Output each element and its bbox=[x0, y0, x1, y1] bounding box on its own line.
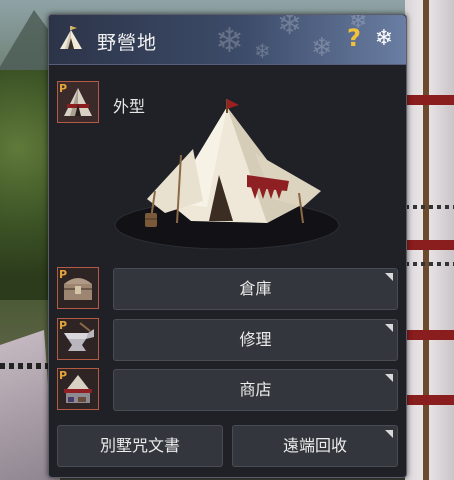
snowflake-decoration-icon: ❄ bbox=[311, 33, 333, 63]
repair-button[interactable]: 修理 bbox=[113, 319, 398, 361]
remote-recycle-button-label: 遠端回收 bbox=[282, 436, 347, 455]
tent-chain bbox=[405, 205, 454, 209]
premium-badge: P bbox=[59, 268, 68, 281]
premium-badge: P bbox=[59, 319, 68, 332]
shop-button[interactable]: 商店 bbox=[113, 369, 398, 411]
villa-scroll-button[interactable]: 別墅咒文書 bbox=[57, 425, 223, 467]
tent-stripe bbox=[405, 240, 454, 250]
expand-corner-icon bbox=[385, 374, 393, 382]
expand-corner-icon bbox=[385, 273, 393, 281]
expand-corner-icon bbox=[385, 430, 393, 438]
snowflake-decoration-icon: ❄ bbox=[254, 39, 271, 63]
window-title: 野營地 bbox=[97, 32, 158, 54]
close-button[interactable]: ❄ bbox=[371, 26, 397, 52]
storage-button-label: 倉庫 bbox=[239, 279, 272, 298]
repair-slot[interactable]: P bbox=[57, 318, 99, 360]
window-titlebar[interactable]: ❄ ❄ ❄ ❄ ❄ 野營地 ? ❄ bbox=[49, 15, 406, 65]
tent-canvas-background bbox=[405, 0, 454, 480]
tent-chain bbox=[405, 262, 454, 266]
help-button[interactable]: ? bbox=[343, 23, 365, 53]
tent-icon bbox=[60, 26, 82, 49]
storage-slot[interactable]: P bbox=[57, 267, 99, 309]
premium-badge: P bbox=[59, 82, 68, 95]
premium-badge: P bbox=[59, 369, 68, 382]
shop-slot[interactable]: P bbox=[57, 368, 99, 410]
expand-corner-icon bbox=[385, 324, 393, 332]
tent-preview-image[interactable] bbox=[107, 95, 347, 255]
remote-recycle-button[interactable]: 遠端回收 bbox=[232, 425, 398, 467]
villa-scroll-button-label: 別墅咒文書 bbox=[99, 436, 180, 455]
repair-button-label: 修理 bbox=[239, 330, 272, 349]
shop-button-label: 商店 bbox=[239, 380, 272, 399]
tent-stripe bbox=[405, 95, 454, 105]
appearance-slot[interactable]: P bbox=[57, 81, 99, 123]
camp-window: ❄ ❄ ❄ ❄ ❄ 野營地 ? ❄ P 外型 P 倉庫 P 修理 P 商店 別墅… bbox=[48, 14, 407, 478]
storage-button[interactable]: 倉庫 bbox=[113, 268, 398, 310]
snowflake-decoration-icon: ❄ bbox=[215, 21, 244, 61]
tent-stripe bbox=[405, 395, 454, 405]
tent-stripe bbox=[405, 330, 454, 340]
snowflake-decoration-icon: ❄ bbox=[277, 15, 303, 42]
